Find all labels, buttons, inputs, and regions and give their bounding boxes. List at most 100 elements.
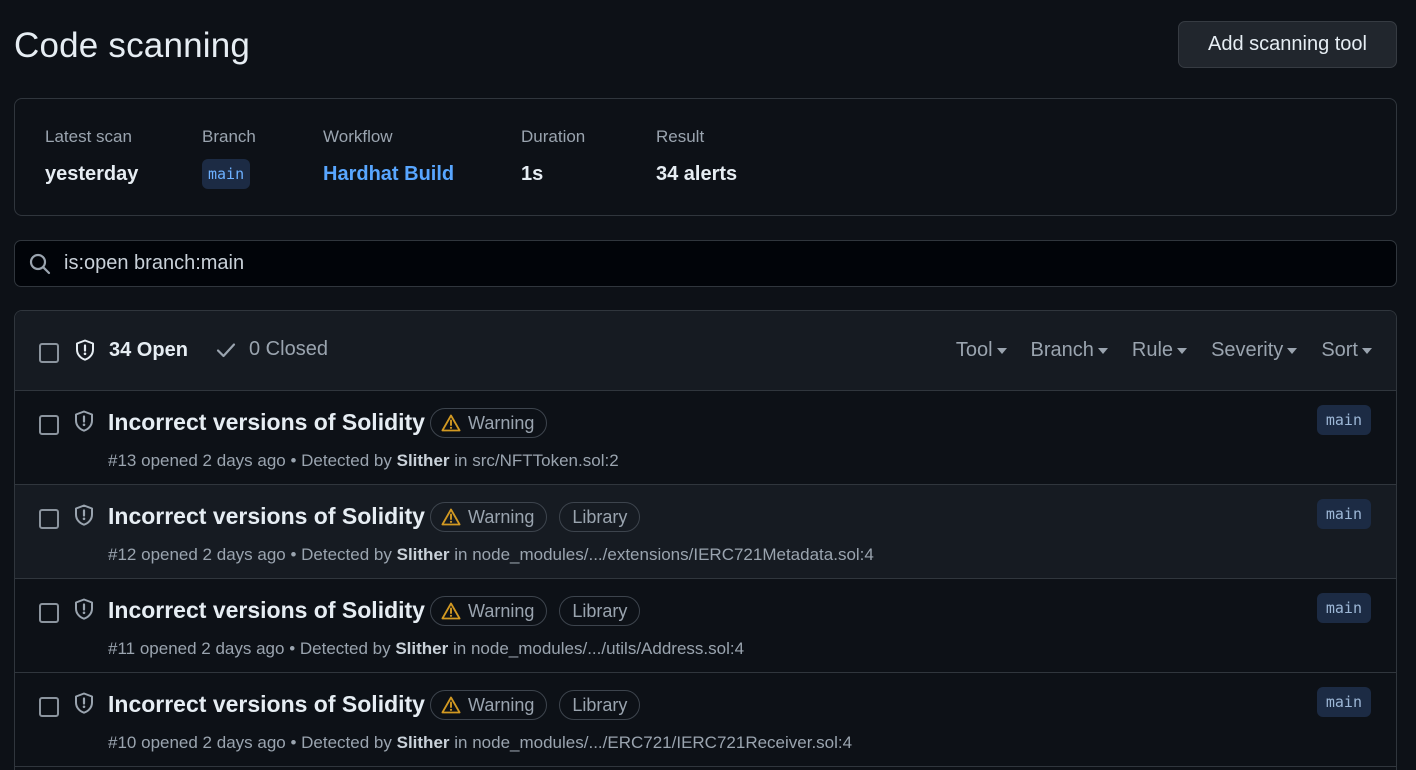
alerts-list: 34 Open 0 Closed Tool Branch Rule Severi… (14, 310, 1397, 770)
alert-row[interactable]: Incorrect versions of Solidity Warning L… (15, 579, 1396, 673)
warning-icon (441, 696, 461, 714)
alert-badges: Warning (430, 408, 559, 438)
add-scanning-tool-button[interactable]: Add scanning tool (1178, 21, 1397, 68)
open-alerts-label: 34 Open (109, 338, 188, 361)
duration-value: 1s (521, 163, 544, 185)
alert-number: #13 (108, 451, 137, 470)
severity-label: Warning (468, 694, 535, 715)
search-icon (29, 253, 51, 274)
chevron-down-icon (1362, 347, 1372, 354)
check-icon (216, 342, 236, 357)
workflow-label: Workflow (323, 127, 393, 146)
alert-checkbox[interactable] (39, 509, 59, 529)
alert-badges: Warning Library (430, 502, 652, 532)
workflow-link[interactable]: Hardhat Build (323, 163, 454, 186)
alert-meta: #10 opened 2 days ago • Detected by Slit… (108, 733, 853, 752)
library-badge: Library (559, 502, 641, 532)
alert-opened: opened 2 days ago (141, 451, 286, 470)
alert-meta: #13 opened 2 days ago • Detected by Slit… (108, 451, 619, 470)
branch-field: Branch main (202, 127, 256, 189)
alert-checkbox[interactable] (39, 415, 59, 435)
alert-title-link[interactable]: Incorrect versions of Solidity (108, 597, 425, 624)
alert-meta: #12 opened 2 days ago • Detected by Slit… (108, 545, 874, 564)
alert-row[interactable]: Incorrect versions of Solidity Warning #… (15, 391, 1396, 485)
branch-chip[interactable]: main (202, 159, 251, 189)
in-label: in (454, 451, 468, 470)
severity-label: Warning (468, 506, 535, 527)
alert-title-link[interactable]: Incorrect versions of Solidity (108, 409, 425, 436)
filter-branch[interactable]: Branch (1031, 339, 1108, 362)
alert-opened: opened 2 days ago (141, 733, 286, 752)
alert-row[interactable]: Incorrect versions of Solidity Warning L… (15, 673, 1396, 767)
warning-icon (441, 508, 461, 526)
tool-name: Slither (396, 451, 450, 470)
alert-checkbox[interactable] (39, 697, 59, 717)
alert-file-path: src/NFTToken.sol:2 (472, 451, 619, 470)
chevron-down-icon (1177, 347, 1188, 354)
alert-file-path: node_modules/.../ERC721/IERC721Receiver.… (472, 733, 853, 752)
severity-badge: Warning (430, 690, 548, 720)
result-value: 34 alerts (656, 163, 738, 185)
detected-by-label: Detected by (301, 545, 392, 564)
alert-opened: opened 2 days ago (139, 639, 285, 658)
severity-badge: Warning (430, 502, 548, 532)
filter-branch-label: Branch (1030, 339, 1094, 361)
in-label: in (452, 639, 467, 658)
detected-by-label: Detected by (299, 639, 391, 658)
in-label: in (454, 545, 468, 564)
alert-branch-chip: main (1316, 687, 1371, 717)
alert-checkbox[interactable] (39, 603, 59, 623)
result-label: Result (656, 127, 705, 146)
detected-by-label: Detected by (301, 733, 392, 752)
filter-severity[interactable]: Severity (1211, 339, 1298, 362)
alert-branch-chip: main (1316, 593, 1371, 623)
chevron-down-icon (1097, 347, 1108, 354)
latest-scan-summary: Latest scan yesterday Branch main Workfl… (14, 98, 1397, 216)
open-alerts-tab[interactable]: 34 Open (73, 338, 188, 362)
workflow-field: Workflow Hardhat Build (323, 127, 454, 186)
shield-alert-icon (75, 692, 93, 714)
alert-branch-chip: main (1316, 499, 1371, 529)
select-all-checkbox[interactable] (39, 343, 59, 363)
filter-bar: Tool Branch Rule Severity Sort (932, 339, 1372, 362)
latest-scan-field: Latest scan yesterday (45, 127, 138, 186)
branch-label: Branch (202, 127, 256, 146)
alert-row[interactable]: Incorrect versions of Solidity Warning L… (15, 485, 1396, 579)
in-label: in (454, 733, 468, 752)
alert-number: #11 (108, 639, 136, 658)
alert-title-link[interactable]: Incorrect versions of Solidity (108, 503, 425, 530)
detected-by-label: Detected by (301, 451, 392, 470)
tool-name: Slither (396, 545, 450, 564)
shield-alert-icon (75, 598, 93, 620)
alert-badges: Warning Library (430, 690, 652, 720)
code-scanning-page: Code scanning Add scanning tool Latest s… (0, 0, 1416, 770)
tool-name: Slither (396, 733, 450, 752)
filter-rule[interactable]: Rule (1132, 339, 1188, 362)
filter-tool[interactable]: Tool (956, 339, 1007, 362)
alert-file-path: node_modules/.../utils/Address.sol:4 (470, 639, 745, 658)
latest-scan-label: Latest scan (45, 127, 132, 146)
shield-icon (76, 339, 94, 361)
severity-badge: Warning (430, 408, 548, 438)
severity-label: Warning (468, 412, 535, 433)
warning-icon (441, 414, 461, 432)
alert-number: #12 (108, 545, 137, 564)
alert-search-bar (14, 240, 1397, 287)
alert-number: #10 (108, 733, 137, 752)
result-field: Result 34 alerts (656, 127, 737, 186)
severity-label: Warning (468, 600, 535, 621)
tool-name: Slither (395, 639, 449, 658)
library-badge: Library (559, 690, 641, 720)
alerts-list-header: 34 Open 0 Closed Tool Branch Rule Severi… (15, 311, 1396, 391)
chevron-down-icon (1287, 347, 1298, 354)
alert-badges: Warning Library (430, 596, 652, 626)
shield-alert-icon (75, 410, 93, 432)
filter-sort[interactable]: Sort (1321, 339, 1372, 362)
search-input[interactable] (64, 252, 1396, 275)
chevron-down-icon (996, 347, 1007, 354)
warning-icon (441, 602, 461, 620)
latest-scan-value: yesterday (45, 163, 139, 185)
page-title: Code scanning (14, 26, 251, 65)
closed-alerts-tab[interactable]: 0 Closed (215, 338, 328, 361)
alert-title-link[interactable]: Incorrect versions of Solidity (108, 691, 425, 718)
